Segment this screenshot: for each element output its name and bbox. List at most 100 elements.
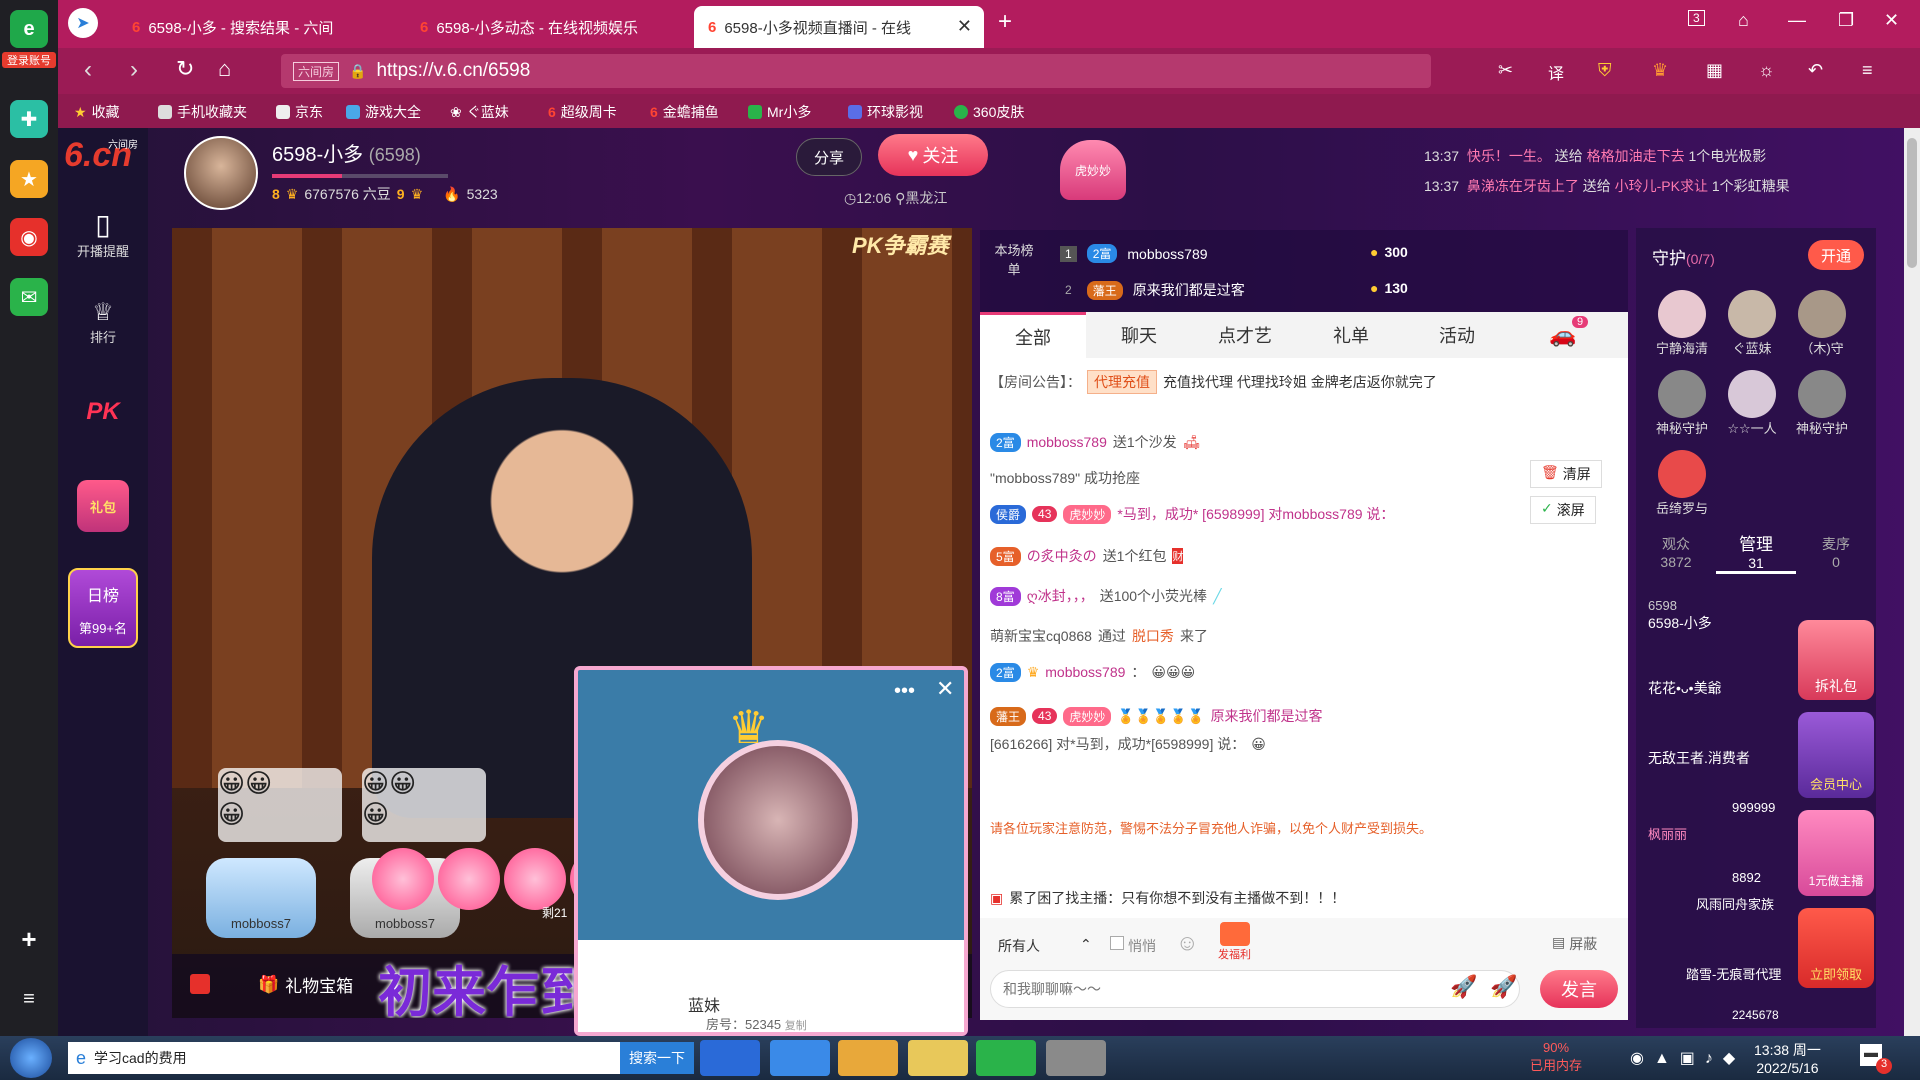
bookmark-skin[interactable]: 360皮肤 (954, 102, 1024, 122)
nav-pk[interactable]: PK (58, 398, 148, 426)
chrome-icon[interactable] (838, 1040, 898, 1076)
folder-icon[interactable] (908, 1040, 968, 1076)
tiger-badge-icon[interactable]: 虎妙妙 (1060, 140, 1126, 200)
plus-app-icon[interactable]: ✚ (10, 100, 48, 138)
tab-gifts[interactable]: 礼单 (1298, 312, 1404, 358)
star-app-icon[interactable]: ★ (10, 160, 48, 198)
minimize-icon[interactable]: — (1788, 10, 1806, 31)
seat-1[interactable]: mobboss7 (206, 858, 316, 938)
rank-row-1[interactable]: 1 2富 mobboss789 (1060, 244, 1208, 263)
brightness-icon[interactable]: ☼ (1758, 60, 1775, 81)
start-icon[interactable] (10, 1038, 52, 1078)
chat-input[interactable] (990, 970, 1520, 1008)
forward-icon[interactable]: › (130, 56, 138, 84)
scroll-lock-button[interactable]: ✓ 滚屏 (1530, 496, 1596, 524)
home-icon[interactable]: ⌂ (218, 56, 231, 82)
bookmark-movies[interactable]: 环球影视 (848, 102, 923, 122)
translate-icon[interactable]: 译 (1548, 60, 1564, 84)
mini-popup[interactable]: ••• ✕ ♛ 蓝妹 房号：52345 复制 (574, 666, 968, 1036)
guard-member[interactable]: ☆☆一人 (1722, 370, 1782, 437)
send-button[interactable]: 发言 (1540, 970, 1618, 1008)
target-select[interactable]: 所有人 ⌃ (998, 936, 1092, 956)
tab-count[interactable]: 3 (1688, 10, 1705, 26)
browser-logo-icon[interactable]: e (10, 10, 48, 48)
nav-live-remind[interactable]: ▯ 开播提醒 (58, 208, 148, 260)
game-icon[interactable]: ♛ (1652, 60, 1668, 81)
close-tab-icon[interactable]: ✕ (957, 16, 972, 37)
open-guard-button[interactable]: 开通 (1808, 240, 1864, 270)
tab-audience[interactable]: 观众 3872 (1636, 534, 1716, 570)
login-button[interactable]: 登录账号 (2, 52, 56, 68)
clear-screen-button[interactable]: 🗑 清屏 (1530, 460, 1602, 488)
nav-daily-rank[interactable]: 日榜 第99+名 (58, 568, 148, 648)
mail-icon[interactable]: ✉ (10, 278, 48, 316)
tab-dynamics[interactable]: 6 6598-小多动态 - 在线视频娱乐 (406, 6, 706, 48)
bookmark-fav[interactable]: ★ 收藏 (74, 102, 120, 122)
memory-indicator[interactable]: 90% 已用内存 (1530, 1040, 1582, 1074)
claim-now-button[interactable]: 立即领取 (1798, 908, 1874, 988)
grid-icon[interactable]: ▦ (1706, 60, 1723, 81)
tab-all[interactable]: 全部 (980, 312, 1086, 358)
share-button[interactable]: 分享 (796, 138, 862, 176)
tab-live-room[interactable]: 6 6598-小多视频直播间 - 在线 ✕ (694, 6, 984, 48)
shirt-icon[interactable]: ⌂ (1738, 10, 1749, 31)
user-row[interactable]: 枫丽丽 (1648, 824, 1687, 843)
tab-admin[interactable]: 管理 31 (1716, 530, 1796, 574)
block-button[interactable]: ▤ 屏蔽 (1552, 934, 1597, 954)
gift-bag-icon[interactable] (190, 974, 210, 994)
nav-gift[interactable]: 礼包 (58, 480, 148, 532)
tray-icons[interactable]: ◉▲▣♪◆ (1630, 1048, 1745, 1068)
copy-link[interactable]: 复制 (785, 1020, 807, 1032)
rocket-icon[interactable]: 🚀 (1490, 974, 1517, 1000)
more-icon[interactable]: ••• (894, 680, 915, 703)
guard-member[interactable]: （木)守 (1792, 290, 1852, 357)
whisper-checkbox[interactable]: 悄悄 (1110, 936, 1156, 956)
tab-search-results[interactable]: 6 6598-小多 - 搜索结果 - 六间 (118, 6, 348, 48)
user-row[interactable]: 风雨同舟家族 (1696, 894, 1774, 913)
navigation-icon[interactable]: ➤ (68, 8, 98, 38)
rank-label[interactable]: 本场榜单 (994, 240, 1034, 278)
anchor-avatar[interactable] (184, 136, 258, 210)
add-icon[interactable]: + (10, 920, 48, 958)
user-row[interactable]: 踏雪-无痕哥代理 (1686, 964, 1781, 983)
gift-box-button[interactable]: 🎁 礼物宝箱 (258, 972, 353, 997)
user-row[interactable]: 6598 6598-小多 (1648, 598, 1712, 633)
rocket-icon[interactable]: 🚀 (1450, 974, 1477, 1000)
bookmark-fish[interactable]: 6 金蟾捕鱼 (650, 102, 719, 122)
welfare-button[interactable]: 发福利 (1218, 922, 1251, 962)
emoji-icon[interactable]: ☺ (1176, 930, 1198, 956)
member-center-button[interactable]: 会员中心 (1798, 712, 1874, 798)
tab-activity[interactable]: 活动 (1404, 312, 1510, 358)
car-icon[interactable]: 🚗 (1510, 312, 1616, 358)
user-row[interactable]: 无敌王者.消费者 (1648, 748, 1750, 768)
cut-icon[interactable]: ✂ (1498, 60, 1513, 81)
undo-icon[interactable]: ↶ (1808, 60, 1823, 81)
browser-app-icon[interactable] (976, 1040, 1036, 1076)
tab-mic-queue[interactable]: 麦序 0 (1796, 534, 1876, 570)
bookmark-mrxiaoduo[interactable]: Mr小多 (748, 102, 811, 122)
nav-ranking[interactable]: ♕ 排行 (58, 298, 148, 346)
taskbar-search[interactable]: e 学习cad的费用 (68, 1042, 620, 1074)
url-field[interactable]: 六间房 🔒 https://v.6.cn/6598 (281, 54, 1431, 88)
user-row[interactable]: 花花•ᴗ•美爺 (1648, 678, 1722, 698)
maximize-icon[interactable]: ❐ (1838, 10, 1854, 31)
live-app-icon[interactable] (1046, 1040, 1106, 1076)
unpack-gift-button[interactable]: 拆礼包 (1798, 620, 1874, 700)
close-window-icon[interactable]: ✕ (1884, 10, 1899, 31)
bookmark-weekcard[interactable]: 6 超级周卡 (548, 102, 617, 122)
be-anchor-button[interactable]: 1元做主播 (1798, 810, 1874, 896)
guard-member[interactable]: 宁静海清 (1652, 290, 1712, 357)
weibo-icon[interactable]: ◉ (10, 218, 48, 256)
back-icon[interactable]: ‹ (84, 56, 92, 84)
menu-icon[interactable]: ≡ (1862, 60, 1873, 81)
guard-member[interactable]: 岳绮罗与 (1652, 450, 1712, 517)
follow-button[interactable]: ♥ 关注 (878, 134, 988, 176)
close-popup-icon[interactable]: ✕ (936, 676, 954, 702)
bookmark-jd[interactable]: 京东 (276, 102, 323, 122)
tab-talent[interactable]: 点才艺 (1192, 312, 1298, 358)
bookmark-mobile[interactable]: 手机收藏夹 (158, 102, 247, 122)
page-scrollbar[interactable] (1904, 128, 1920, 1036)
chat-list[interactable]: 【房间公告】： 代理充值 充值找代理 代理找玲姐 金牌老店返你就完了 2富 mobbo… (980, 358, 1628, 918)
taskbar-search-button[interactable]: 搜索一下 (620, 1042, 694, 1074)
guard-member[interactable]: ぐ蓝妹 (1722, 290, 1782, 357)
